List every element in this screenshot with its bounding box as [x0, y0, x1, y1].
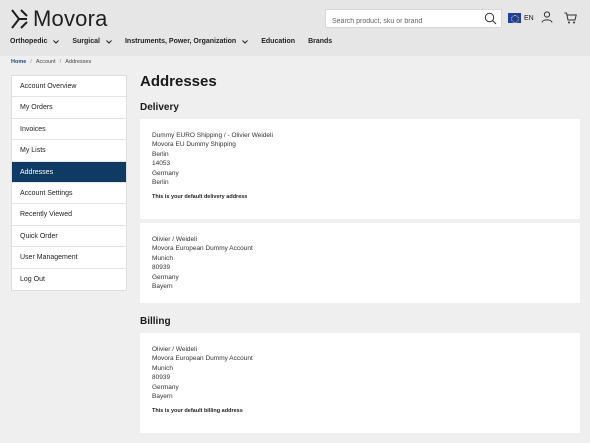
breadcrumb-current: Addresses: [65, 59, 92, 65]
sidebar-item-addresses[interactable]: Addresses: [12, 161, 126, 183]
delivery-address-card: Dummy EURO Shipping / - Olivier Weideli …: [140, 119, 580, 219]
delivery-heading: Delivery: [140, 102, 179, 113]
breadcrumb: Home / Account / Addresses: [11, 59, 91, 65]
default-delivery-note: This is your default delivery address: [152, 194, 248, 201]
address-line: Germany: [152, 169, 179, 177]
sidebar-item-account-overview[interactable]: Account Overview: [12, 76, 126, 98]
address-line: Olivier / Weideli: [152, 236, 198, 243]
billing-address-card: Olivier / Weideli Movora European Dummy …: [140, 333, 580, 433]
breadcrumb-separator: /: [59, 59, 62, 65]
address-line: Bayern: [152, 393, 173, 401]
sidebar-item-log-out[interactable]: Log Out: [12, 269, 126, 290]
language-selector[interactable]: EN: [508, 13, 534, 23]
billing-heading: Billing: [140, 316, 171, 327]
nav-brands[interactable]: Brands: [308, 38, 332, 45]
sidebar-item-recently-viewed[interactable]: Recently Viewed: [12, 204, 126, 226]
page-title: Addresses: [140, 73, 217, 90]
nav-label: Surgical: [72, 38, 100, 45]
address-line: 80939: [152, 264, 171, 272]
search-icon[interactable]: [484, 12, 497, 25]
nav-label: Instruments, Power, Organization: [124, 38, 237, 45]
address-line: Movora European Dummy Account: [152, 245, 253, 253]
search-input[interactable]: [326, 13, 476, 30]
logo[interactable]: Movora: [10, 6, 108, 32]
address-line: Germany: [152, 273, 179, 281]
nav-label: Orthopedic: [10, 38, 48, 45]
nav-orthopedic[interactable]: Orthopedic: [10, 38, 60, 45]
address-line: Berlin: [152, 179, 169, 187]
address-line: Dummy EURO Shipping / - Olivier Weideli: [152, 132, 273, 139]
breadcrumb-separator: /: [30, 59, 32, 65]
logo-text: Movora: [33, 6, 108, 31]
nav-education[interactable]: Education: [261, 38, 295, 45]
default-billing-note: This is your default billing address: [152, 408, 243, 415]
nav-label: Education: [261, 38, 296, 45]
address-line: Germany: [152, 383, 179, 391]
language-label: EN: [524, 14, 534, 22]
sidebar-item-invoices[interactable]: Invoices: [12, 119, 126, 141]
movora-logo-icon: [11, 9, 28, 29]
address-line: Munich: [152, 364, 173, 372]
address-line: Munich: [152, 254, 173, 262]
sidebar-item-user-management[interactable]: User Management: [12, 247, 126, 269]
delivery-address-card: Olivier / Weideli Movora European Dummy …: [140, 223, 580, 303]
address-line: Movora EU Dummy Shipping: [152, 141, 236, 149]
site-header: Movora EN Orthopedic Surgical Instrument…: [0, 0, 590, 56]
eu-flag-icon: [508, 13, 521, 23]
breadcrumb-account[interactable]: Account: [36, 59, 56, 65]
sidebar-item-quick-order[interactable]: Quick Order: [12, 226, 126, 248]
account-sidebar: Account Overview My Orders Invoices My L…: [11, 75, 127, 291]
address-line: Bayern: [152, 283, 173, 291]
nav-instruments[interactable]: Instruments, Power, Organization: [124, 38, 249, 45]
address-line: Olivier / Weideli: [152, 346, 198, 353]
user-icon[interactable]: [541, 11, 553, 23]
nav-surgical[interactable]: Surgical: [72, 38, 112, 45]
nav-label: Brands: [308, 38, 333, 45]
main-nav: Orthopedic Surgical Instruments, Power, …: [10, 38, 345, 45]
chevron-down-icon: [242, 39, 249, 44]
breadcrumb-home[interactable]: Home: [11, 59, 26, 65]
address-line: 80939: [152, 374, 171, 382]
address-line: Movora European Dummy Account: [152, 355, 253, 363]
sidebar-item-account-settings[interactable]: Account Settings: [12, 183, 126, 205]
address-line: 14053: [152, 160, 171, 168]
chevron-down-icon: [53, 39, 60, 44]
address-line: Berlin: [152, 150, 169, 158]
cart-icon[interactable]: [564, 12, 577, 24]
sidebar-item-my-lists[interactable]: My Lists: [12, 140, 126, 162]
search-box: [325, 9, 502, 30]
sidebar-item-my-orders[interactable]: My Orders: [12, 97, 126, 119]
chevron-down-icon: [106, 39, 112, 44]
